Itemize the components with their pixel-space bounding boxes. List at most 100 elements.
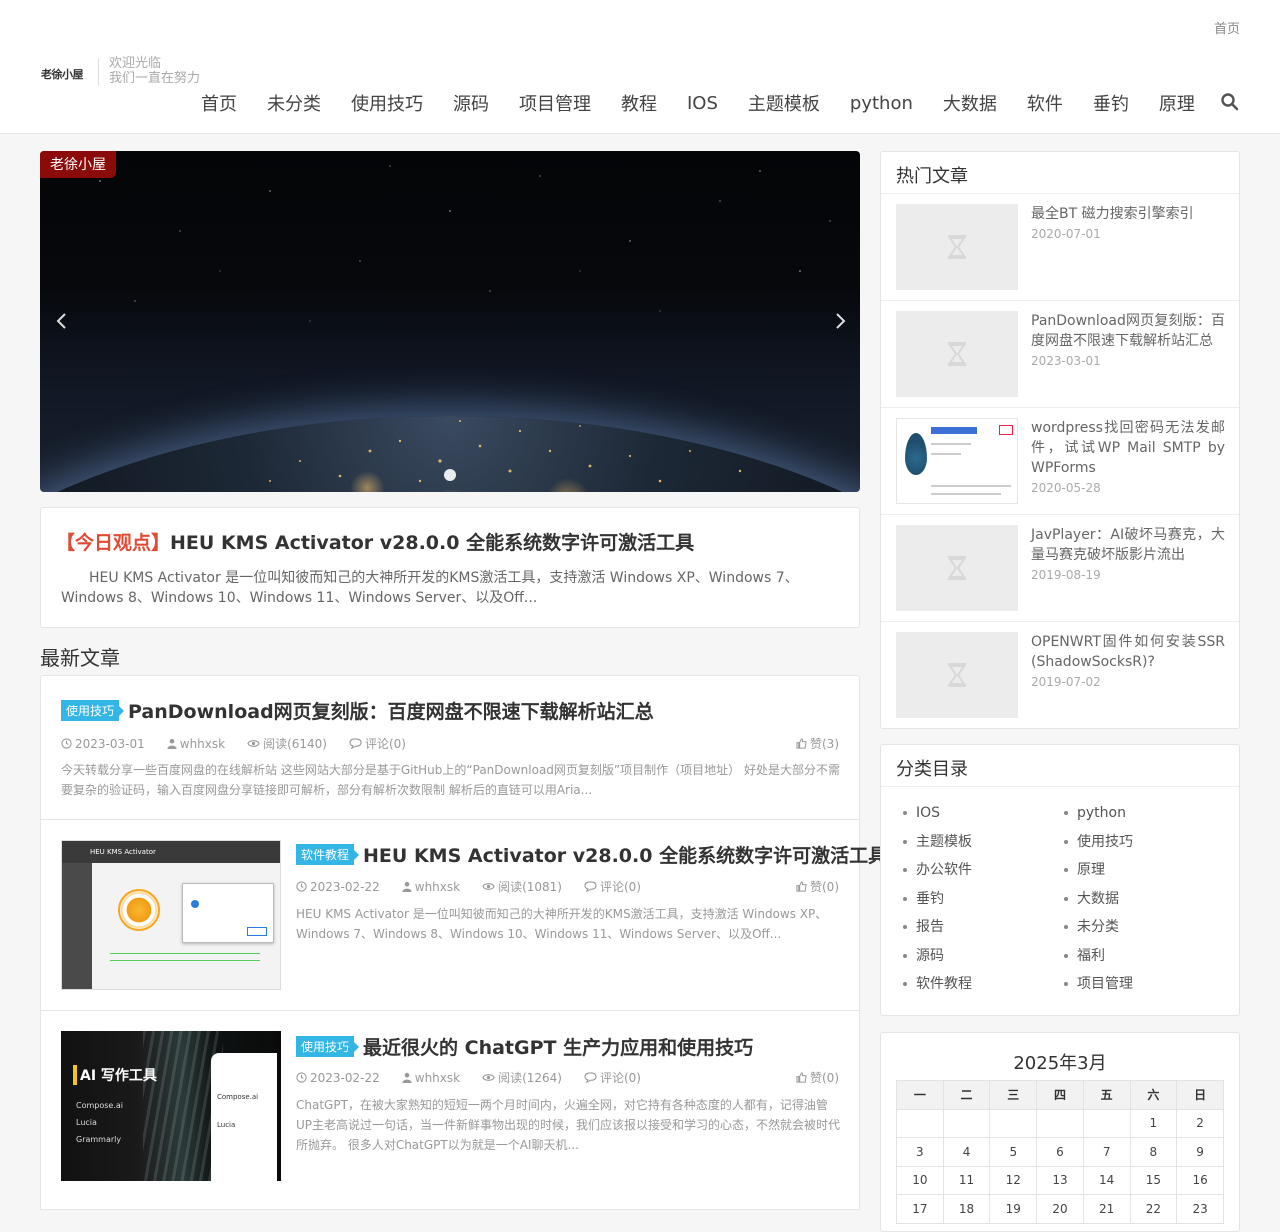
calendar-day: 14 — [1082, 1165, 1131, 1195]
nav-item-tutorial[interactable]: 教程 — [606, 90, 672, 116]
article-title[interactable]: 使用技巧 PanDownload网页复刻版：百度网盘不限速下载解析站汇总 — [61, 697, 654, 724]
like-count[interactable]: 赞(0) — [810, 1069, 839, 1086]
nav-item-fishing[interactable]: 垂钓 — [1078, 90, 1144, 116]
calendar-day — [989, 1108, 1038, 1138]
article-comments-text[interactable]: 评论(0) — [365, 735, 406, 752]
hot-article-item[interactable]: wordpress找回密码无法发邮件，试试WP Mail SMTP by WPF… — [881, 408, 1239, 515]
article-comments[interactable]: 评论(0) — [584, 1069, 641, 1086]
hot-article-item[interactable]: PanDownload网页复刻版：百度网盘不限速下载解析站汇总 2023-03-… — [881, 301, 1239, 408]
hot-article-thumbnail[interactable] — [896, 418, 1018, 504]
category-item-tips[interactable]: 使用技巧 — [1064, 832, 1225, 852]
hot-articles-title: 热门文章 — [881, 152, 1239, 194]
article-views-text: 阅读(1264) — [498, 1071, 562, 1085]
site-logo[interactable]: 老徐小屋 — [41, 66, 84, 82]
category-badge[interactable]: 使用技巧 — [61, 700, 125, 721]
article-comments-text[interactable]: 评论(0) — [600, 878, 641, 895]
nav-item-ios[interactable]: IOS — [672, 93, 733, 114]
thumb-window-title: HEU KMS Activator — [62, 841, 280, 863]
category-item-uncategorized[interactable]: 未分类 — [1064, 917, 1225, 937]
comment-icon — [584, 1072, 597, 1083]
nav-item-software[interactable]: 软件 — [1012, 90, 1078, 116]
calendar-weekday: 二 — [942, 1080, 991, 1110]
article-author-text[interactable]: whhxsk — [415, 1071, 460, 1085]
article-title[interactable]: 使用技巧 最近很火的 ChatGPT 生产力应用和使用技巧 — [296, 1033, 753, 1060]
nav-item-tips[interactable]: 使用技巧 — [336, 90, 438, 116]
category-item-software-tutorial[interactable]: 软件教程 — [903, 974, 1064, 994]
hot-article-item[interactable]: 最全BT 磁力搜索引擎索引 2020-07-01 — [881, 194, 1239, 301]
like-count[interactable]: 赞(0) — [810, 878, 839, 895]
slogan-line-1: 欢迎光临 — [109, 56, 162, 71]
like-button[interactable]: 赞(0) — [796, 1069, 839, 1086]
top-home-link[interactable]: 首页 — [1214, 18, 1240, 37]
category-item-welfare[interactable]: 福利 — [1064, 946, 1225, 966]
category-item-project-mgmt[interactable]: 项目管理 — [1064, 974, 1225, 994]
article-title-text[interactable]: PanDownload网页复刻版：百度网盘不限速下载解析站汇总 — [128, 697, 654, 724]
hot-article-title[interactable]: wordpress找回密码无法发邮件，试试WP Mail SMTP by WPF… — [1031, 418, 1225, 478]
category-item-principle[interactable]: 原理 — [1064, 860, 1225, 880]
nav-item-themes[interactable]: 主题模板 — [733, 90, 835, 116]
article-thumbnail[interactable]: AI 写作工具 Compose.ai Lucia Grammarly Compo… — [61, 1031, 281, 1181]
article-author-text[interactable]: whhxsk — [180, 737, 225, 751]
nav-item-uncategorized[interactable]: 未分类 — [252, 90, 336, 116]
article-title-text[interactable]: 最近很火的 ChatGPT 生产力应用和使用技巧 — [363, 1033, 753, 1060]
category-item-fishing[interactable]: 垂钓 — [903, 889, 1064, 909]
hot-article-item[interactable]: JavPlayer：AI破坏马赛克，大量马赛克破坏版影片流出 2019-08-1… — [881, 515, 1239, 622]
article-title-text[interactable]: HEU KMS Activator v28.0.0 全能系统数字许可激活工具 — [363, 841, 887, 868]
category-item-source[interactable]: 源码 — [903, 946, 1064, 966]
search-icon[interactable] — [1220, 92, 1240, 112]
thumbs-up-icon — [796, 738, 807, 749]
calendar-day: 21 — [1082, 1194, 1131, 1224]
nav-item-home[interactable]: 首页 — [186, 90, 252, 116]
hot-article-thumbnail[interactable] — [896, 311, 1018, 397]
chevron-right-icon[interactable] — [830, 311, 850, 331]
article-comments[interactable]: 评论(0) — [349, 735, 406, 752]
hero-slider[interactable]: 老徐小屋 — [40, 151, 860, 492]
calendar-day: 12 — [989, 1165, 1038, 1195]
nav-item-source[interactable]: 源码 — [438, 90, 504, 116]
nav-item-principle[interactable]: 原理 — [1144, 90, 1210, 116]
hot-article-title[interactable]: 最全BT 磁力搜索引擎索引 — [1031, 204, 1225, 224]
article-thumbnail[interactable]: HEU KMS Activator — [61, 840, 281, 990]
nav-item-python[interactable]: python — [835, 93, 928, 114]
calendar-weekday: 一 — [896, 1080, 944, 1110]
like-button[interactable]: 赞(3) — [796, 735, 839, 752]
hot-article-title[interactable]: JavPlayer：AI破坏马赛克，大量马赛克破坏版影片流出 — [1031, 525, 1225, 565]
article-card: HEU KMS Activator 软件教程 HEU KMS Activator… — [40, 819, 887, 1011]
category-item-python[interactable]: python — [1064, 803, 1225, 823]
wp-mail-logo-icon — [905, 433, 927, 475]
calendar-day: 5 — [989, 1137, 1038, 1167]
eye-icon — [482, 1074, 495, 1081]
slider-dot[interactable] — [444, 469, 456, 481]
article-author[interactable]: whhxsk — [167, 735, 225, 752]
nav-item-project-mgmt[interactable]: 项目管理 — [504, 90, 606, 116]
category-item-themes[interactable]: 主题模板 — [903, 832, 1064, 852]
article-comments-text[interactable]: 评论(0) — [600, 1069, 641, 1086]
like-button[interactable]: 赞(0) — [796, 878, 839, 895]
today-title[interactable]: 【今日观点】HEU KMS Activator v28.0.0 全能系统数字许可… — [56, 528, 694, 555]
category-badge[interactable]: 使用技巧 — [296, 1036, 360, 1057]
article-excerpt: HEU KMS Activator 是一位叫知彼而知己的大神所开发的KMS激活工… — [296, 907, 828, 941]
category-item-office-software[interactable]: 办公软件 — [903, 860, 1064, 880]
hot-article-thumbnail[interactable] — [896, 632, 1018, 718]
calendar-weekday: 四 — [1036, 1080, 1084, 1110]
hot-article-title[interactable]: OPENWRT固件如何安装SSR (ShadowSocksR)? — [1031, 632, 1225, 672]
article-author-text[interactable]: whhxsk — [415, 880, 460, 894]
category-item-ios[interactable]: IOS — [903, 803, 1064, 823]
calendar-weekday: 五 — [1082, 1080, 1131, 1110]
article-author[interactable]: whhxsk — [402, 878, 460, 895]
thumbs-up-icon — [796, 1072, 807, 1083]
nav-item-bigdata[interactable]: 大数据 — [928, 90, 1012, 116]
article-comments[interactable]: 评论(0) — [584, 878, 641, 895]
hot-article-thumbnail[interactable] — [896, 525, 1018, 611]
article-title[interactable]: 软件教程 HEU KMS Activator v28.0.0 全能系统数字许可激… — [296, 841, 887, 868]
category-item-bigdata[interactable]: 大数据 — [1064, 889, 1225, 909]
hot-article-title[interactable]: PanDownload网页复刻版：百度网盘不限速下载解析站汇总 — [1031, 311, 1225, 351]
today-title-text[interactable]: HEU KMS Activator v28.0.0 全能系统数字许可激活工具 — [170, 532, 694, 554]
category-badge[interactable]: 软件教程 — [296, 844, 360, 865]
like-count[interactable]: 赞(3) — [810, 735, 839, 752]
article-author[interactable]: whhxsk — [402, 1069, 460, 1086]
hot-article-thumbnail[interactable] — [896, 204, 1018, 290]
chevron-left-icon[interactable] — [52, 311, 72, 331]
category-item-report[interactable]: 报告 — [903, 917, 1064, 937]
hot-article-item[interactable]: OPENWRT固件如何安装SSR (ShadowSocksR)? 2019-07… — [881, 622, 1239, 729]
